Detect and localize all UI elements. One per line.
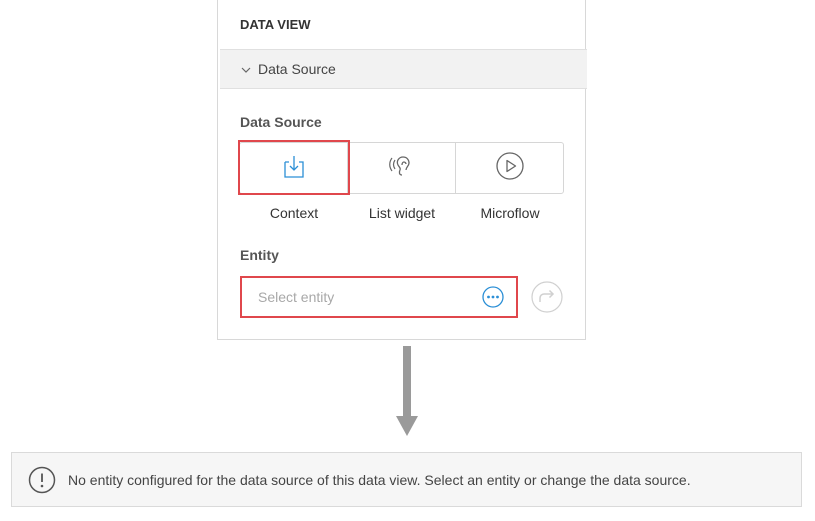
warning-circle-icon xyxy=(28,466,56,494)
microflow-option-label: Microflow xyxy=(480,205,540,221)
download-icon xyxy=(282,153,306,184)
data-source-option-context[interactable] xyxy=(240,143,348,193)
go-to-entity-button[interactable] xyxy=(531,281,563,313)
more-options-icon[interactable] xyxy=(482,286,504,308)
data-source-selector xyxy=(239,142,564,194)
entity-placeholder: Select entity xyxy=(258,289,335,305)
section-label: Data Source xyxy=(258,61,336,77)
ear-icon xyxy=(387,152,417,185)
data-source-label: Data Source xyxy=(240,114,322,130)
data-view-properties-panel: DATA VIEW Data Source Data Source Contex… xyxy=(217,0,587,340)
context-option-label: Context xyxy=(269,205,319,221)
alert-message: No entity configured for the data source… xyxy=(68,471,691,488)
validation-alert: No entity configured for the data source… xyxy=(11,452,802,507)
down-arrow xyxy=(393,346,421,443)
entity-label: Entity xyxy=(240,247,279,263)
forward-arrow-icon xyxy=(531,281,563,317)
play-circle-icon xyxy=(495,151,525,186)
data-source-option-microflow[interactable] xyxy=(456,143,563,193)
panel-title: DATA VIEW xyxy=(240,17,311,32)
entity-select-field[interactable]: Select entity xyxy=(240,276,518,318)
data-source-section-header[interactable]: Data Source xyxy=(220,49,587,89)
data-source-option-list-widget[interactable] xyxy=(348,143,456,193)
list-widget-option-label: List widget xyxy=(368,205,436,221)
chevron-down-icon xyxy=(240,63,252,75)
